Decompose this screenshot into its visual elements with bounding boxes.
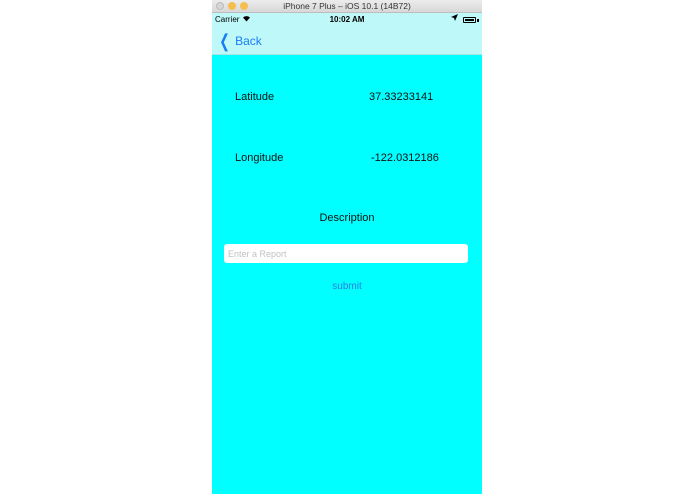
simulator-window: iPhone 7 Plus – iOS 10.1 (14B72) Carrier… bbox=[212, 0, 482, 494]
battery-icon bbox=[463, 17, 476, 23]
submit-button[interactable]: submit bbox=[212, 281, 482, 292]
longitude-value: -122.0312186 bbox=[371, 152, 439, 164]
latitude-value: 37.33233141 bbox=[369, 91, 434, 103]
navigation-bar: ❮ Back bbox=[212, 27, 482, 55]
chevron-left-icon: ❮ bbox=[219, 31, 230, 51]
window-titlebar: iPhone 7 Plus – iOS 10.1 (14B72) bbox=[212, 0, 482, 13]
longitude-label: Longitude bbox=[235, 152, 284, 164]
battery-tip bbox=[477, 19, 479, 22]
location-arrow-icon bbox=[451, 14, 458, 23]
window-title: iPhone 7 Plus – iOS 10.1 (14B72) bbox=[283, 1, 411, 11]
back-button[interactable]: ❮ Back bbox=[217, 32, 262, 50]
report-input[interactable] bbox=[224, 244, 468, 263]
status-bar: Carrier 10:02 AM bbox=[212, 13, 482, 27]
back-label: Back bbox=[235, 34, 262, 48]
description-label: Description bbox=[319, 212, 375, 224]
latitude-label: Latitude bbox=[235, 91, 275, 103]
clock: 10:02 AM bbox=[329, 15, 365, 24]
